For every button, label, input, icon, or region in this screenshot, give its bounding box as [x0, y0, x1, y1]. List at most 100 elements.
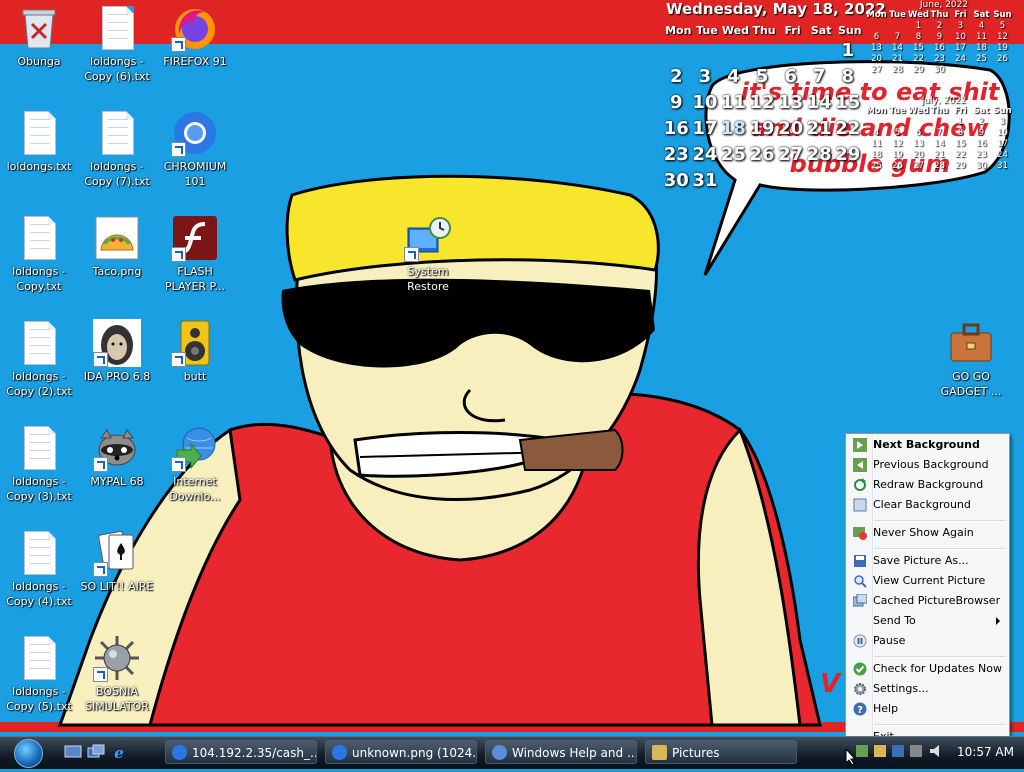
calendar-july: July, 2022 Mon Tue Wed Thu Fri Sat Sun 1 2 3 4 5 6 7 8…	[866, 96, 1022, 172]
desktop-icon-loldongs-copy-3[interactable]: loldongs - Copy (3).txt	[0, 424, 78, 504]
mini-calendar-day: 28	[892, 65, 903, 75]
text-file-icon	[15, 634, 63, 682]
mini-calendar-week-row: 6 7 8 9 10 11 12	[866, 32, 1022, 43]
desktop-icon-loldongs-copy-4[interactable]: loldongs - Copy (4).txt	[0, 529, 78, 609]
mini-calendar-weekdays: Mon Tue Wed Thu Fri Sat Sun	[866, 10, 1022, 21]
mini-calendar-day: 15	[913, 43, 924, 53]
menu-item-clear-background[interactable]: Clear Background	[848, 495, 1006, 515]
mini-calendar-day: 21	[934, 150, 945, 160]
menu-item-label: View Current Picture	[873, 574, 986, 587]
icon-label: loldongs.txt	[6, 160, 72, 173]
desktop-icon-go-go-gadget[interactable]: GO GO GADGET ...	[932, 319, 1010, 399]
menu-item-pause[interactable]: Pause	[848, 631, 1006, 651]
menu-item-never-show-again[interactable]: Never Show Again	[848, 523, 1006, 543]
mini-calendar-day: 8	[915, 32, 922, 42]
shortcut-arrow-icon	[171, 142, 186, 157]
calendar-day	[719, 170, 748, 196]
desktop-icon-mypal[interactable]: MYPAL 68	[78, 424, 156, 489]
desktop-icon-flash-player[interactable]: FLASH PLAYER P...	[156, 214, 234, 294]
desktop-icon-bosnia-simulator[interactable]: BOSNIA SIMULATOR	[78, 634, 156, 714]
desktop-icon-ida-pro[interactable]: IDA PRO 6.8	[78, 319, 156, 384]
mini-calendar-day	[950, 65, 971, 76]
mini-calendar-day: 18	[976, 43, 987, 53]
desktop-icon-butt[interactable]: butt	[156, 319, 234, 384]
weekday-label: Tue	[696, 24, 718, 37]
menu-item-redraw-background[interactable]: Redraw Background	[848, 475, 1006, 495]
mini-weekday-label: Fri	[954, 10, 967, 20]
menu-item-next-background[interactable]: Next Background	[848, 435, 1006, 455]
menu-item-check-for-updates[interactable]: Check for Updates Now	[848, 659, 1006, 679]
windows-orb-icon	[14, 739, 43, 768]
mini-calendar-day: 12	[997, 32, 1008, 42]
taskbar-button-windows-help[interactable]: Windows Help and ...	[485, 740, 637, 764]
calendar-day	[776, 40, 805, 66]
speaker-icon	[171, 319, 219, 367]
mini-calendar-day: 1	[957, 117, 964, 127]
mini-weekday-label: Fri	[954, 106, 967, 116]
mini-calendar-day: 11	[871, 139, 882, 149]
menu-item-cached-picture-browser[interactable]: Cached PictureBrowser	[848, 591, 1006, 611]
calendar-day: 30	[663, 170, 689, 191]
menu-item-send-to[interactable]: Send To	[848, 611, 1006, 631]
mini-calendar-title: June, 2022	[919, 0, 969, 10]
taskbar-button-pictures[interactable]: Pictures	[645, 740, 797, 764]
show-desktop-icon[interactable]	[64, 744, 82, 760]
taskbar-button-browser-1[interactable]: 104.192.2.35/cash_...	[165, 740, 317, 764]
desktop-icon-obunga[interactable]: Obunga	[0, 4, 78, 69]
desktop-icon-solitaire[interactable]: SO LIT!! AIRE	[78, 529, 156, 594]
desktop-icon-loldongs-copy-5[interactable]: loldongs - Copy (5).txt	[0, 634, 78, 714]
clock[interactable]: 10:57 AM	[957, 745, 1014, 759]
refresh-icon	[853, 478, 867, 492]
mini-weekday-label: Sun	[993, 106, 1012, 116]
taskbar-button-browser-2[interactable]: unknown.png (1024...	[325, 740, 477, 764]
desktop-icon-system-restore[interactable]: System Restore	[389, 214, 467, 294]
taskbar-button-label: 104.192.2.35/cash_...	[192, 746, 317, 760]
chromium-icon	[171, 109, 219, 157]
menu-item-label: Next Background	[873, 438, 980, 451]
icon-label: BOSNIA SIMULATOR	[85, 685, 149, 713]
mini-calendar-day: 4	[978, 21, 985, 31]
start-button[interactable]	[8, 739, 50, 768]
mini-calendar-day	[992, 65, 1013, 76]
mini-calendar-day: 4	[873, 128, 880, 138]
menu-item-settings[interactable]: Settings...	[848, 679, 1006, 699]
mini-calendar-day: 23	[934, 54, 945, 64]
internet-explorer-icon[interactable]: e	[110, 744, 128, 762]
icon-label: FIREFOX 91	[163, 55, 227, 68]
desktop-icon-loldongs-copy-6[interactable]: loldongs - Copy (6).txt	[78, 4, 156, 84]
mini-calendar-day: 26	[892, 161, 903, 171]
desktop-icon-loldongs-copy[interactable]: loldongs - Copy.txt	[0, 214, 78, 294]
desktop-icon-firefox[interactable]: FIREFOX 91	[156, 4, 234, 69]
desktop-icon-chromium[interactable]: CHROMIUM 101	[156, 109, 234, 189]
mini-calendar-day: 31	[997, 161, 1008, 171]
mini-weekday-label: Mon	[866, 106, 887, 116]
mini-calendar-day: 22	[913, 54, 924, 64]
mini-weekday-label: Mon	[866, 10, 887, 20]
calendar-day: 5	[755, 66, 769, 87]
desktop-icon-loldongs-copy-2[interactable]: loldongs - Copy (2).txt	[0, 319, 78, 399]
menu-item-previous-background[interactable]: Previous Background	[848, 455, 1006, 475]
icon-label: loldongs - Copy.txt	[12, 265, 66, 293]
mini-calendar-day	[887, 117, 908, 128]
desktop-icon-loldongs[interactable]: loldongs.txt	[0, 109, 78, 174]
menu-item-view-current-picture[interactable]: View Current Picture	[848, 571, 1006, 591]
briefcase-icon	[947, 319, 995, 367]
menu-separator	[874, 724, 1006, 726]
calendar-day: 10	[692, 92, 718, 113]
menu-item-save-picture-as[interactable]: Save Picture As...	[848, 551, 1006, 571]
desktop-icon-loldongs-copy-7[interactable]: loldongs - Copy (7).txt	[78, 109, 156, 189]
svg-text:?: ?	[857, 705, 863, 716]
desktop-icon-taco[interactable]: Taco.png	[78, 214, 156, 279]
switch-windows-icon[interactable]	[87, 744, 105, 760]
menu-item-help[interactable]: ? Help	[848, 699, 1006, 719]
weekday-label: Sat	[810, 24, 832, 37]
mini-calendar-weekdays: Mon Tue Wed Thu Fri Sat Sun	[866, 106, 1022, 117]
desktop-icon-internet-download-manager[interactable]: Internet Downlo...	[156, 424, 234, 504]
menu-item-label: Redraw Background	[873, 478, 984, 491]
text-file-icon	[15, 319, 63, 367]
mini-weekday-label: Wed	[908, 106, 929, 116]
mini-calendar-day: 24	[955, 54, 966, 64]
calendar-week-row: 16 17 18 19 20 21 22	[662, 118, 862, 144]
menu-item-label: Never Show Again	[873, 526, 974, 539]
pictures-icon	[852, 593, 868, 608]
